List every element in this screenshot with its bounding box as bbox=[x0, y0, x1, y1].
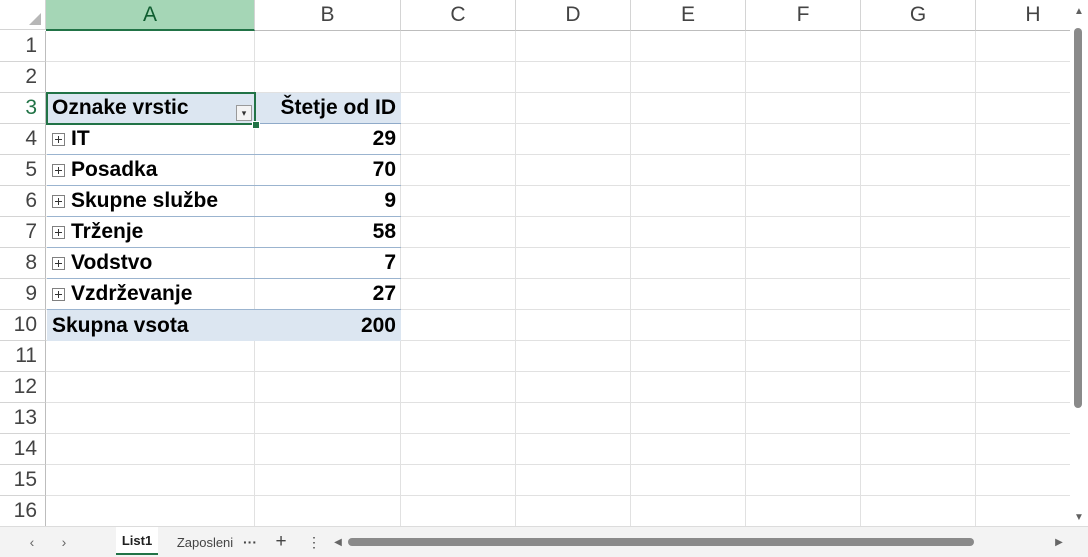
expand-plus-icon[interactable] bbox=[52, 163, 65, 177]
pivot-header-row-labels-cell[interactable]: Oznake vrstic bbox=[47, 93, 255, 124]
column-header-d[interactable]: D bbox=[516, 0, 631, 31]
expand-plus-icon[interactable] bbox=[52, 287, 65, 301]
expand-plus-icon[interactable] bbox=[52, 225, 65, 239]
row-header-14[interactable]: 14 bbox=[0, 434, 46, 465]
column-header-f[interactable]: F bbox=[746, 0, 861, 31]
sheet-tab-bar: ‹ › List1 Zaposleni ··· + ⋮ ◀ ▶ bbox=[0, 526, 1088, 557]
column-header-b[interactable]: B bbox=[255, 0, 401, 31]
pivot-item-label: Vodstvo bbox=[71, 251, 153, 274]
column-header-g[interactable]: G bbox=[861, 0, 976, 31]
scroll-down-arrow-icon[interactable]: ▼ bbox=[1074, 512, 1084, 523]
vertical-scroll-thumb[interactable] bbox=[1074, 28, 1082, 408]
column-header-a[interactable]: A bbox=[46, 0, 255, 31]
pivot-item-label: IT bbox=[71, 127, 90, 150]
row-header-10[interactable]: 10 bbox=[0, 310, 46, 341]
pivot-item-label: Vzdrževanje bbox=[71, 282, 193, 305]
sheet-tab-label: List1 bbox=[121, 532, 153, 548]
column-header-h[interactable]: H bbox=[976, 0, 1070, 31]
row-header-13[interactable]: 13 bbox=[0, 403, 46, 434]
pivot-header-value: Štetje od ID bbox=[280, 96, 396, 119]
spreadsheet-grid[interactable]: A B C D E F G H 1 2 3 4 5 6 7 8 9 10 11 … bbox=[0, 0, 1070, 526]
pivot-item-value-cell[interactable]: 29 bbox=[255, 124, 401, 155]
pivot-item-label: Trženje bbox=[71, 220, 144, 243]
expand-plus-icon[interactable] bbox=[52, 194, 65, 208]
row-header-9[interactable]: 9 bbox=[0, 279, 46, 310]
row-header-2[interactable]: 2 bbox=[0, 62, 46, 93]
sheet-options-menu-icon[interactable]: ⋮ bbox=[305, 527, 323, 557]
select-all-corner[interactable] bbox=[0, 0, 46, 30]
pivot-header-value-cell[interactable]: Štetje od ID bbox=[255, 93, 401, 124]
row-header-16[interactable]: 16 bbox=[0, 496, 46, 526]
pivot-item-value-cell[interactable]: 70 bbox=[255, 155, 401, 186]
fill-handle[interactable] bbox=[252, 121, 260, 129]
expand-plus-icon[interactable] bbox=[52, 132, 65, 146]
pivot-grand-total-label: Skupna vsota bbox=[52, 313, 189, 337]
pivot-item-value-cell[interactable]: 9 bbox=[255, 186, 401, 217]
row-header-6[interactable]: 6 bbox=[0, 186, 46, 217]
pivot-item-label-cell[interactable]: Posadka bbox=[47, 155, 255, 186]
pivot-item-label-cell[interactable]: Trženje bbox=[47, 217, 255, 248]
column-header-c[interactable]: C bbox=[401, 0, 516, 31]
row-header-1[interactable]: 1 bbox=[0, 31, 46, 62]
add-sheet-button[interactable]: + bbox=[270, 527, 292, 557]
sheet-tab-list1[interactable]: List1 bbox=[116, 527, 158, 555]
vertical-scrollbar[interactable]: ▲ ▼ bbox=[1070, 0, 1088, 526]
scroll-left-arrow-icon[interactable]: ◀ bbox=[331, 527, 345, 557]
scroll-up-arrow-icon[interactable]: ▲ bbox=[1074, 6, 1084, 17]
row-header-15[interactable]: 15 bbox=[0, 465, 46, 496]
previous-sheet-arrow-icon[interactable]: ‹ bbox=[20, 527, 44, 557]
pivot-item-value-cell[interactable]: 27 bbox=[255, 279, 401, 310]
expand-plus-icon[interactable] bbox=[52, 256, 65, 270]
column-header-e[interactable]: E bbox=[631, 0, 746, 31]
next-sheet-arrow-icon[interactable]: › bbox=[52, 527, 76, 557]
row-header-5[interactable]: 5 bbox=[0, 155, 46, 186]
pivot-item-label-cell[interactable]: Vzdrževanje bbox=[47, 279, 255, 310]
pivot-item-label-cell[interactable]: Vodstvo bbox=[47, 248, 255, 279]
row-header-11[interactable]: 11 bbox=[0, 341, 46, 372]
pivot-item-label-cell[interactable]: Skupne službe bbox=[47, 186, 255, 217]
sheet-tab-zaposleni[interactable]: Zaposleni bbox=[170, 527, 240, 557]
pivot-item-label: Skupne službe bbox=[71, 189, 219, 212]
pivot-header-row-labels: Oznake vrstic bbox=[52, 96, 189, 119]
row-header-8[interactable]: 8 bbox=[0, 248, 46, 279]
row-header-12[interactable]: 12 bbox=[0, 372, 46, 403]
pivot-grand-total-value[interactable]: 200 bbox=[255, 310, 401, 341]
pivot-item-value-cell[interactable]: 58 bbox=[255, 217, 401, 248]
more-sheets-icon[interactable]: ··· bbox=[240, 527, 260, 557]
row-header-4[interactable]: 4 bbox=[0, 124, 46, 155]
pivot-item-label: Posadka bbox=[71, 158, 158, 181]
row-header-7[interactable]: 7 bbox=[0, 217, 46, 248]
dropdown-filter-icon[interactable]: ▾ bbox=[236, 105, 252, 121]
pivot-grand-total-label-cell[interactable]: Skupna vsota bbox=[47, 310, 255, 341]
pivot-item-value-cell[interactable]: 7 bbox=[255, 248, 401, 279]
row-header-3[interactable]: 3 bbox=[0, 93, 46, 124]
sheet-tab-label: Zaposleni bbox=[176, 534, 234, 550]
pivot-item-label-cell[interactable]: IT bbox=[47, 124, 255, 155]
scroll-right-arrow-icon[interactable]: ▶ bbox=[1052, 527, 1066, 557]
horizontal-scroll-thumb[interactable] bbox=[348, 538, 974, 546]
